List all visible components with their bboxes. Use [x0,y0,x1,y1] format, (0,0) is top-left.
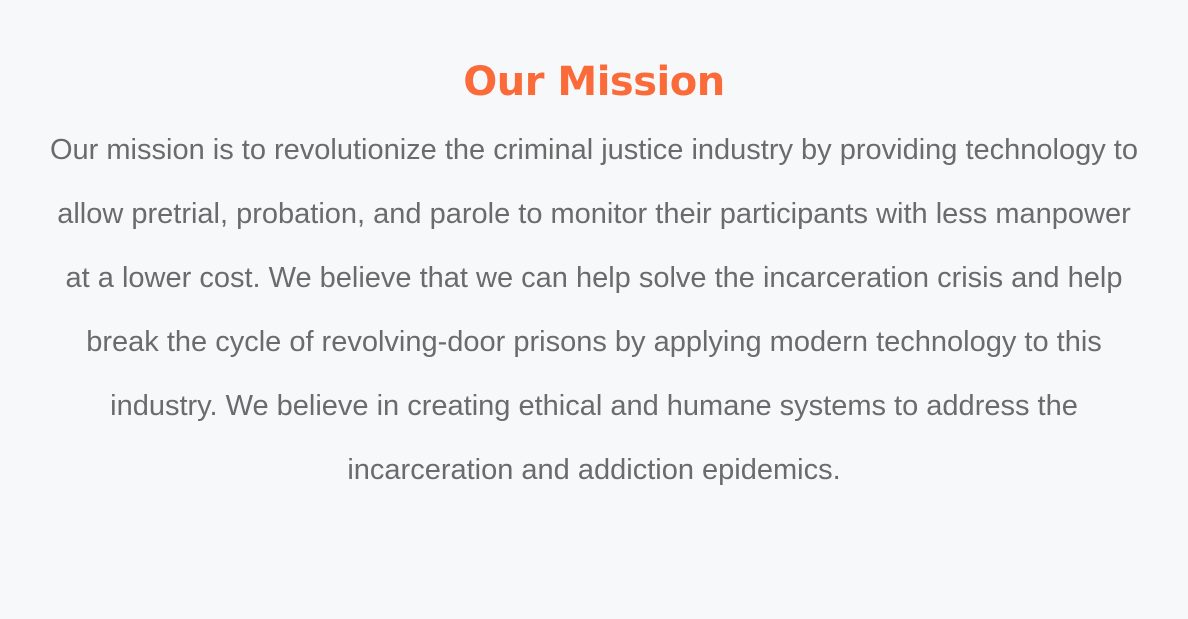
mission-description: Our mission is to revolutionize the crim… [50,134,1138,486]
mission-title: Our Mission [463,59,725,105]
mission-section: Our Mission Our mission is to revolution… [0,0,1188,619]
